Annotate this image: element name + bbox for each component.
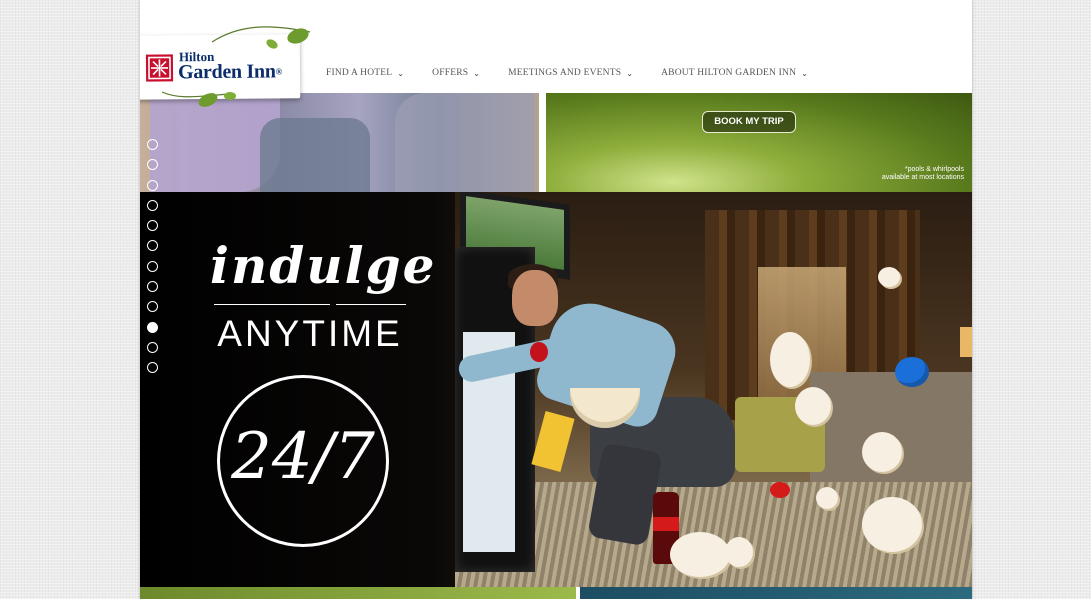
- logo-text-garden-inn: Garden Inn®: [177, 60, 283, 84]
- leaf-vine-icon: [161, 91, 236, 107]
- logo-garden-inn-label: Garden Inn: [177, 60, 276, 84]
- promo-photo-bottom-left: [140, 587, 576, 599]
- hero-popcorn: [816, 487, 838, 509]
- hero-rule-left: [214, 304, 330, 305]
- hero-script-word: indulge: [210, 236, 437, 295]
- carousel-dot-7[interactable]: [147, 260, 158, 272]
- carousel-dot-1[interactable]: [147, 139, 158, 150]
- hero-candy-blue: [895, 357, 929, 387]
- hero-popcorn: [770, 332, 810, 387]
- chevron-down-icon: ⌄: [626, 68, 634, 78]
- hero-headline: ANYTIME: [217, 313, 403, 354]
- hero-banner[interactable]: indulge ANYTIME 24/7: [140, 192, 972, 587]
- pools-disclaimer: *pools & whirlpools available at most lo…: [882, 166, 964, 182]
- registered-mark: ®: [275, 66, 283, 77]
- hero-lamp: [960, 327, 972, 357]
- chevron-down-icon: ⌄: [397, 68, 405, 78]
- hero-person-head: [512, 270, 558, 326]
- hero-rule-right: [336, 304, 406, 305]
- promo-photo-bottom-right: [580, 587, 972, 599]
- hero-candy-red: [770, 482, 790, 498]
- carousel-dot-4[interactable]: [147, 199, 158, 211]
- nav-meetings-and-events[interactable]: MEETINGS AND EVENTS ⌄: [508, 68, 633, 78]
- carousel-dot-2[interactable]: [147, 159, 158, 171]
- nav-find-a-hotel-label: FIND A HOTEL: [326, 68, 393, 78]
- carousel-dot-6[interactable]: [147, 240, 158, 252]
- pools-note-line1: *pools & whirlpools: [904, 166, 964, 173]
- carousel-dot-12[interactable]: [147, 362, 158, 374]
- hero-popcorn: [862, 497, 922, 552]
- nav-offers-label: OFFERS: [432, 68, 469, 78]
- hero-soda-label: [653, 517, 679, 531]
- carousel-dot-11[interactable]: [147, 341, 158, 353]
- nav-find-a-hotel[interactable]: FIND A HOTEL ⌄: [326, 68, 404, 78]
- page-container: FIND A HOTEL ⌄ OFFERS ⌄ MEETINGS AND EVE…: [140, 0, 972, 599]
- hero-popcorn: [670, 532, 730, 577]
- promo-photo-pool: BOOK MY TRIP *pools & whirlpools availab…: [546, 93, 972, 192]
- nav-about-label: ABOUT HILTON GARDEN INN: [661, 68, 797, 78]
- chevron-down-icon: ⌄: [801, 68, 809, 78]
- carousel-dot-3[interactable]: [147, 179, 158, 191]
- hero-popcorn: [878, 267, 900, 287]
- carousel-dot-5[interactable]: [147, 220, 158, 232]
- carousel-pagination: [147, 139, 158, 374]
- chevron-down-icon: ⌄: [473, 68, 481, 78]
- nav-about[interactable]: ABOUT HILTON GARDEN INN ⌄: [661, 68, 808, 78]
- book-my-trip-button[interactable]: BOOK MY TRIP: [702, 111, 796, 133]
- hero-popcorn: [795, 387, 831, 425]
- main-nav: FIND A HOTEL ⌄ OFFERS ⌄ MEETINGS AND EVE…: [326, 68, 808, 78]
- nav-offers[interactable]: OFFERS ⌄: [432, 68, 480, 78]
- carousel-dot-8[interactable]: [147, 281, 158, 293]
- carousel-dot-9[interactable]: [147, 301, 158, 313]
- hilton-logo-icon: [145, 54, 174, 82]
- hero-badge-text: 24/7: [231, 420, 375, 494]
- leaf-vine-icon: [211, 26, 311, 49]
- nav-meetings-label: MEETINGS AND EVENTS: [508, 68, 622, 78]
- carousel-dot-10[interactable]: [147, 321, 158, 333]
- hero-apple: [530, 342, 548, 362]
- hero-popcorn: [725, 537, 753, 567]
- pools-note-line2: available at most locations: [881, 174, 964, 181]
- hero-popcorn: [862, 432, 902, 472]
